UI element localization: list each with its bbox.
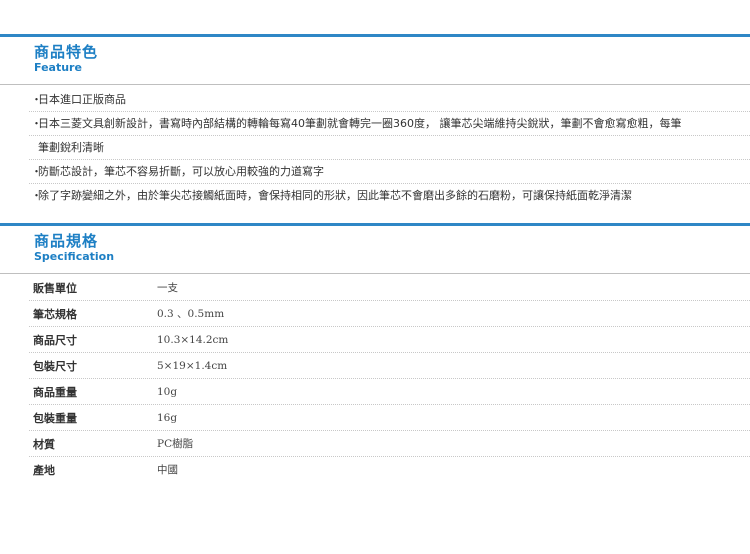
spec-value: 一支: [157, 282, 178, 294]
spec-value: 中國: [157, 464, 178, 476]
spec-value: PC樹脂: [157, 438, 194, 450]
spec-value: 10g: [157, 385, 178, 398]
feature-item: ・ 日本三菱文具創新設計，書寫時內部結構的轉輪每寫40筆劃就會轉完一圈360度，…: [0, 112, 750, 135]
spec-label: 商品尺寸: [33, 333, 77, 347]
spec-table: 販售單位 一支 筆芯規格 0.3 、0.5mm 商品尺寸 10.3×14.2cm…: [0, 274, 750, 482]
spec-subtitle: Specification: [34, 250, 115, 263]
table-row: 筆芯規格 0.3 、0.5mm: [0, 301, 750, 326]
feature-item: ・ 除了字跡變細之外，由於筆尖芯接觸紙面時，會保持相同的形狀，因此筆芯不會磨出多…: [0, 184, 750, 207]
spec-label: 產地: [33, 463, 55, 477]
spec-value: 16g: [157, 411, 178, 424]
spec-value: 0.3 、0.5mm: [157, 308, 225, 320]
feature-item-text: 防斷芯設計，筆芯不容易折斷，可以放心用較強的力道寫字: [38, 165, 324, 178]
spec-label: 販售單位: [33, 281, 77, 295]
table-row: 材質 PC樹脂: [0, 431, 750, 456]
feature-item-text: 日本三菱文具創新設計，書寫時內部結構的轉輪每寫40筆劃就會轉完一圈360度， 讓…: [38, 117, 682, 130]
spec-value: 5×19×1.4cm: [157, 359, 228, 372]
bullet-icon: ・: [31, 93, 42, 106]
feature-list: ・ 日本進口正版商品 ・ 日本三菱文具創新設計，書寫時內部結構的轉輪每寫40筆劃…: [0, 85, 750, 207]
spec-label: 商品重量: [33, 385, 77, 399]
table-row: 商品重量 10g: [0, 379, 750, 404]
bullet-icon: ・: [31, 165, 42, 178]
spec-section: 商品規格 Specification 販售單位 一支 筆芯規格 0.3 、0.5…: [0, 223, 750, 482]
spec-value: 10.3×14.2cm: [157, 333, 229, 346]
spec-heading: 商品規格 Specification: [0, 226, 750, 268]
feature-item: ・ 日本進口正版商品: [0, 88, 750, 111]
feature-item-text: 日本進口正版商品: [38, 93, 126, 106]
spec-label: 包裝尺寸: [33, 359, 77, 373]
feature-item: ・ 防斷芯設計，筆芯不容易折斷，可以放心用較強的力道寫字: [0, 160, 750, 183]
table-row: 商品尺寸 10.3×14.2cm: [0, 327, 750, 352]
bullet-icon: ・: [31, 117, 42, 130]
feature-title: 商品特色: [34, 43, 99, 61]
feature-item-text: 筆劃銳利清晰: [38, 141, 104, 154]
feature-subtitle: Feature: [34, 61, 82, 74]
spec-label: 包裝重量: [33, 411, 77, 425]
bullet-icon: ・: [31, 189, 42, 202]
feature-heading: 商品特色 Feature: [0, 37, 750, 79]
feature-item-text: 除了字跡變細之外，由於筆尖芯接觸紙面時，會保持相同的形狀，因此筆芯不會磨出多餘的…: [38, 189, 632, 202]
table-row: 產地 中國: [0, 457, 750, 482]
feature-item-continuation: 筆劃銳利清晰: [0, 136, 750, 159]
table-row: 販售單位 一支: [0, 275, 750, 300]
table-row: 包裝尺寸 5×19×1.4cm: [0, 353, 750, 378]
spec-title: 商品規格: [34, 232, 99, 250]
spec-label: 材質: [33, 437, 55, 451]
table-row: 包裝重量 16g: [0, 405, 750, 430]
spec-label: 筆芯規格: [33, 307, 77, 321]
feature-section: 商品特色 Feature ・ 日本進口正版商品 ・ 日本三菱文具創新設計，書寫時…: [0, 34, 750, 207]
